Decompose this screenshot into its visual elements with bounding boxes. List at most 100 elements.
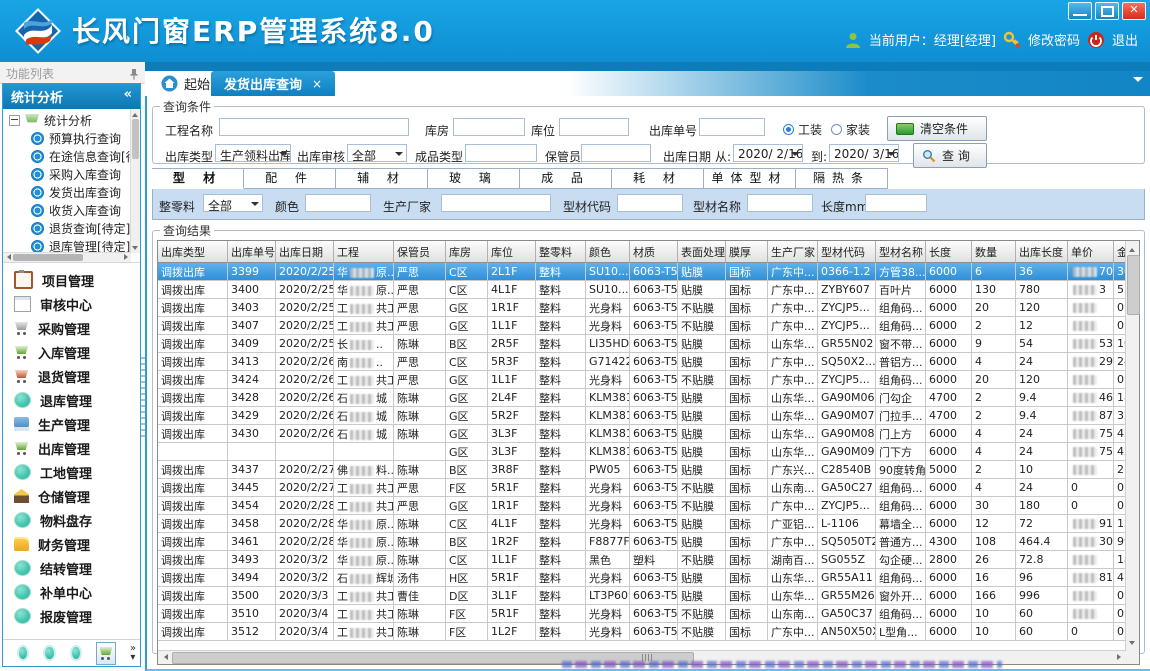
tab-close-icon[interactable]: × [312,77,322,91]
sidebar-menu-item[interactable]: 工地管理 [3,460,140,484]
material-tab[interactable]: 玻 璃 [428,168,520,189]
sidebar-menu-item[interactable]: 补单中心 [3,580,140,604]
material-tab[interactable]: 型 材 [152,168,244,189]
tree-vertical-scrollbar[interactable] [130,109,140,253]
project-name-input[interactable] [219,118,409,136]
scrollbar-thumb[interactable] [13,254,83,261]
tree-expand-icon[interactable] [9,115,20,126]
table-row[interactable]: 调拨出库34072020/2/25工共工程严思G区1L1F整料光身料6063-T… [158,317,1126,335]
sidebar-menu-item[interactable]: 生产管理 [3,412,140,436]
tree-item[interactable]: 退货查询[待定] [3,219,131,237]
radio-selected-icon[interactable] [783,124,794,135]
material-tab[interactable]: 耗 材 [612,168,704,189]
table-row[interactable]: 调拨出库34942020/3/2石辉城汤伟H区5R1F整料光身料6063-T5贴… [158,569,1126,587]
radio-gongzhuang[interactable]: 工装 [783,121,822,138]
product-type-input[interactable] [465,144,537,162]
tree-item[interactable]: 预算执行查询 [3,129,131,147]
tree-root-statistics[interactable]: 统计分析 [3,111,131,129]
tab-shipping-outbound-query[interactable]: 发货出库查询 × [211,71,335,96]
statistics-module-button[interactable] [96,642,116,665]
section-header-statistics[interactable]: 统计分析 « [3,84,140,109]
table-row[interactable]: 调拨出库34302020/2/26石城陈琳G区3L3F整料KLM38176063… [158,425,1126,443]
sidebar-menu-item[interactable]: 仓储管理 [3,484,140,508]
table-row[interactable]: 调拨出库33992020/2/25华原..严思C区2L1F整料SU10...60… [158,263,1126,281]
date-from-select[interactable]: 2020/ 2/16 [733,144,803,162]
table-row[interactable]: 调拨出库34452020/2/27工共工程严思F区5R1F整料光身料6063-T… [158,479,1126,497]
sidebar-menu-item[interactable]: 采购管理 [3,316,140,340]
module-dot-icon[interactable] [70,645,82,661]
search-button[interactable]: 查 询 [913,143,987,168]
tree-horizontal-scrollbar[interactable] [3,252,131,262]
column-header[interactable]: 数量 [972,241,1016,263]
collapse-icon[interactable]: « [124,87,132,109]
scrollbar-thumb[interactable] [1127,255,1140,315]
table-row[interactable]: 调拨出库35102020/3/4工共工程陈琳F区5R1F整料光身料6063-T5… [158,605,1126,623]
maximize-button[interactable] [1095,2,1119,20]
location-input[interactable] [559,118,629,136]
column-header[interactable]: 库位 [488,241,536,263]
sidebar-menu-item[interactable]: 审核中心 [3,292,140,316]
column-header[interactable]: 型材代码 [818,241,876,263]
table-row[interactable]: 调拨出库34002020/2/25华原..严思C区4L1F整料SU10...60… [158,281,1126,299]
table-row[interactable]: 调拨出库35002020/3/3工共工程曹佳D区3L1F整料LT3P606063… [158,587,1126,605]
close-button[interactable]: ✕ [1122,2,1146,20]
sidebar-menu-item[interactable]: 入库管理 [3,340,140,364]
scroll-down-icon[interactable] [1126,638,1139,651]
column-header[interactable]: 型材名称 [876,241,926,263]
order-no-input[interactable] [699,118,765,136]
column-header[interactable]: 工程 [334,241,394,263]
factory-input[interactable] [441,194,551,212]
column-header[interactable]: 出库单号 [228,241,276,263]
material-tab[interactable]: 成 品 [520,168,612,189]
logout-link[interactable]: 退出 [1112,30,1138,49]
sidebar-menu-item[interactable]: 物料盘存 [3,508,140,532]
table-row[interactable]: 调拨出库34132020/2/26南..严思C区5R3F整料G714226063… [158,353,1126,371]
table-row[interactable]: 调拨出库34582020/2/28华原..陈琳C区4L1F整料光身料6063-T… [158,515,1126,533]
module-dot-icon[interactable] [17,645,29,661]
minimize-button[interactable] [1068,2,1092,20]
table-row[interactable]: 调拨出库34372020/2/27佛料..陈琳B区3R8F整料PW056063-… [158,461,1126,479]
scroll-up-icon[interactable] [1126,241,1139,254]
table-row[interactable]: 调拨出库34032020/2/25工共工程严思G区1R1F整料光身料6063-T… [158,299,1126,317]
scroll-right-icon[interactable] [1113,651,1126,664]
material-tab[interactable]: 配 件 [244,168,336,189]
sidebar-menu-item[interactable]: 退库管理 [3,388,140,412]
material-tab[interactable]: 单体型材 [704,168,796,189]
warehouse-input[interactable] [453,118,525,136]
scrollbar-thumb[interactable] [132,119,139,159]
profile-name-input[interactable] [747,194,813,212]
column-header[interactable]: 库房 [446,241,488,263]
audit-select[interactable]: 全部 [347,144,407,162]
table-row[interactable]: 调拨出库34542020/2/28工共工程严思G区1R1F整料光身料6063-T… [158,497,1126,515]
column-header[interactable]: 颜色 [586,241,630,263]
sidebar-menu-item[interactable]: 项目管理 [3,268,140,292]
table-row[interactable]: 调拨出库34092020/2/25长..陈琳B区2R5F整料LI35HD6063… [158,335,1126,353]
change-password-link[interactable]: 修改密码 [1028,30,1080,49]
column-header[interactable]: 膜厚 [726,241,768,263]
column-header[interactable]: 出库日期 [276,241,334,263]
table-row[interactable]: 调拨出库35122020/3/4工共工程陈琳F区1L2F整料光身料6063-T5… [158,623,1126,641]
tab-list-dropdown-icon[interactable] [1133,77,1143,87]
tree-item[interactable]: 收货入库查询 [3,201,131,219]
column-header[interactable]: 整零料 [536,241,586,263]
clear-conditions-button[interactable]: 清空条件 [887,116,987,141]
date-to-select[interactable]: 2020/ 3/16 [829,144,899,162]
column-header[interactable]: 单价 [1068,241,1114,263]
sidebar-menu-item[interactable]: 结转管理 [3,556,140,580]
sidebar-menu-item[interactable]: 财务管理 [3,532,140,556]
table-row[interactable]: 调拨出库34282020/2/26石城陈琳G区2L4F整料KLM38176063… [158,389,1126,407]
module-dot-icon[interactable] [43,645,55,661]
sidebar-menu-item[interactable]: 出库管理 [3,436,140,460]
column-header[interactable]: 材质 [630,241,678,263]
table-row[interactable]: 调拨出库34292020/2/26石城陈琳G区5R2F整料KLM38176063… [158,407,1126,425]
column-header[interactable]: 出库长度 [1016,241,1068,263]
column-header[interactable]: 生产厂家 [768,241,818,263]
outbound-type-select[interactable]: 生产领料出库 [215,144,291,162]
column-header[interactable]: 出库类型 [158,241,228,263]
color-input[interactable] [305,194,371,212]
material-tab[interactable]: 辅 材 [336,168,428,189]
material-tab[interactable]: 隔热条 [796,168,888,189]
column-header[interactable]: 保管员 [394,241,446,263]
column-header[interactable]: 长度 [926,241,972,263]
length-input[interactable] [865,194,927,212]
